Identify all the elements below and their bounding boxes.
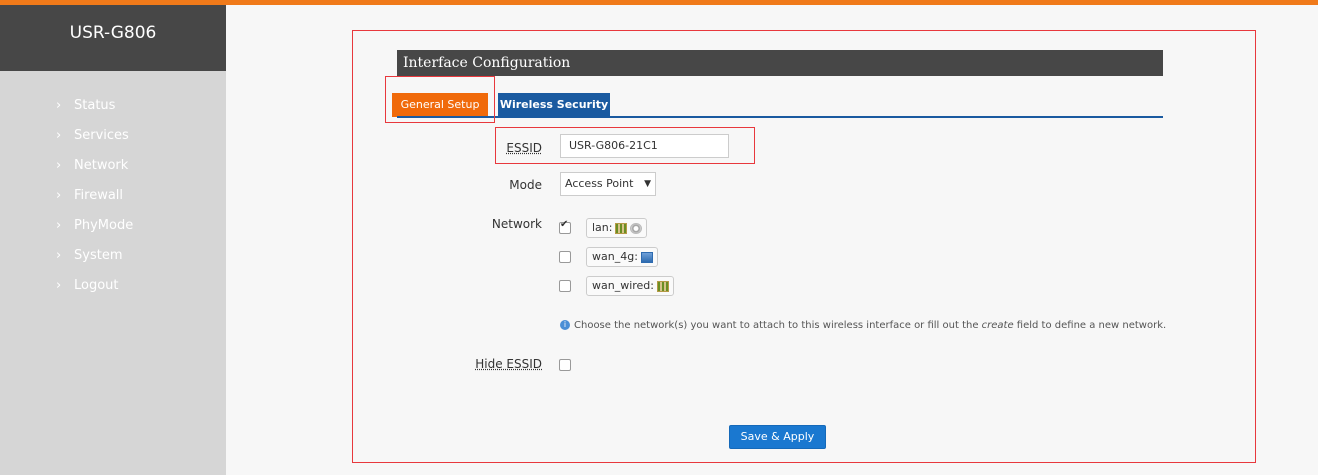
network-wan-4g-checkbox[interactable]	[559, 251, 571, 263]
chevron-right-icon: ›	[56, 98, 62, 113]
save-apply-button[interactable]: Save & Apply	[729, 425, 826, 449]
sidebar-item-phymode[interactable]: › PhyMode	[0, 211, 226, 241]
tab-highlight-box	[385, 76, 495, 123]
chevron-right-icon: ›	[56, 218, 62, 233]
essid-label: ESSID	[506, 141, 542, 155]
dropdown-arrow-icon: ▼	[644, 179, 651, 189]
info-icon: i	[560, 320, 570, 330]
mode-value: Access Point	[565, 177, 634, 190]
essid-field[interactable]: USR-G806-21C1	[560, 134, 729, 158]
wifi-icon	[630, 222, 643, 234]
network-label: Network	[491, 217, 542, 231]
network-help-text: i Choose the network(s) you want to attac…	[560, 320, 1166, 331]
chevron-right-icon: ›	[56, 248, 62, 263]
sidebar-item-firewall[interactable]: › Firewall	[0, 181, 226, 211]
network-wan-wired-checkbox[interactable]	[559, 280, 571, 292]
tab-wireless-security[interactable]: Wireless Security	[498, 93, 610, 117]
chevron-right-icon: ›	[56, 128, 62, 143]
sidebar-item-logout[interactable]: › Logout	[0, 271, 226, 301]
hide-essid-checkbox[interactable]	[559, 359, 571, 371]
network-lan-checkbox[interactable]	[559, 219, 571, 234]
modem-icon	[640, 251, 653, 263]
chevron-right-icon: ›	[56, 278, 62, 293]
mode-select[interactable]: Access Point ▼	[560, 172, 656, 196]
network-lan-option[interactable]: lan:	[586, 218, 648, 238]
network-wan-wired-option[interactable]: wan_wired:	[586, 276, 674, 296]
sidebar-item-network[interactable]: › Network	[0, 151, 226, 181]
ethernet-switch-icon	[657, 280, 669, 292]
mode-label: Mode	[509, 178, 542, 192]
tab-underline	[397, 116, 1163, 118]
sidebar-item-services[interactable]: › Services	[0, 121, 226, 151]
page-title: Interface Configuration	[397, 50, 1163, 76]
brand-logo: USR-G806	[0, 5, 226, 71]
sidebar-nav: › Status › Services › Network › Firewall › Ph…	[0, 91, 226, 301]
sidebar: USR-G806 › Status › Services › Network › Fir…	[0, 5, 226, 475]
hide-essid-label: Hide ESSID	[475, 357, 542, 371]
ethernet-switch-icon	[615, 222, 628, 234]
chevron-right-icon: ›	[56, 158, 62, 173]
network-wan-4g-option[interactable]: wan_4g:	[586, 247, 658, 267]
sidebar-item-system[interactable]: › System	[0, 241, 226, 271]
sidebar-item-status[interactable]: › Status	[0, 91, 226, 121]
chevron-right-icon: ›	[56, 188, 62, 203]
